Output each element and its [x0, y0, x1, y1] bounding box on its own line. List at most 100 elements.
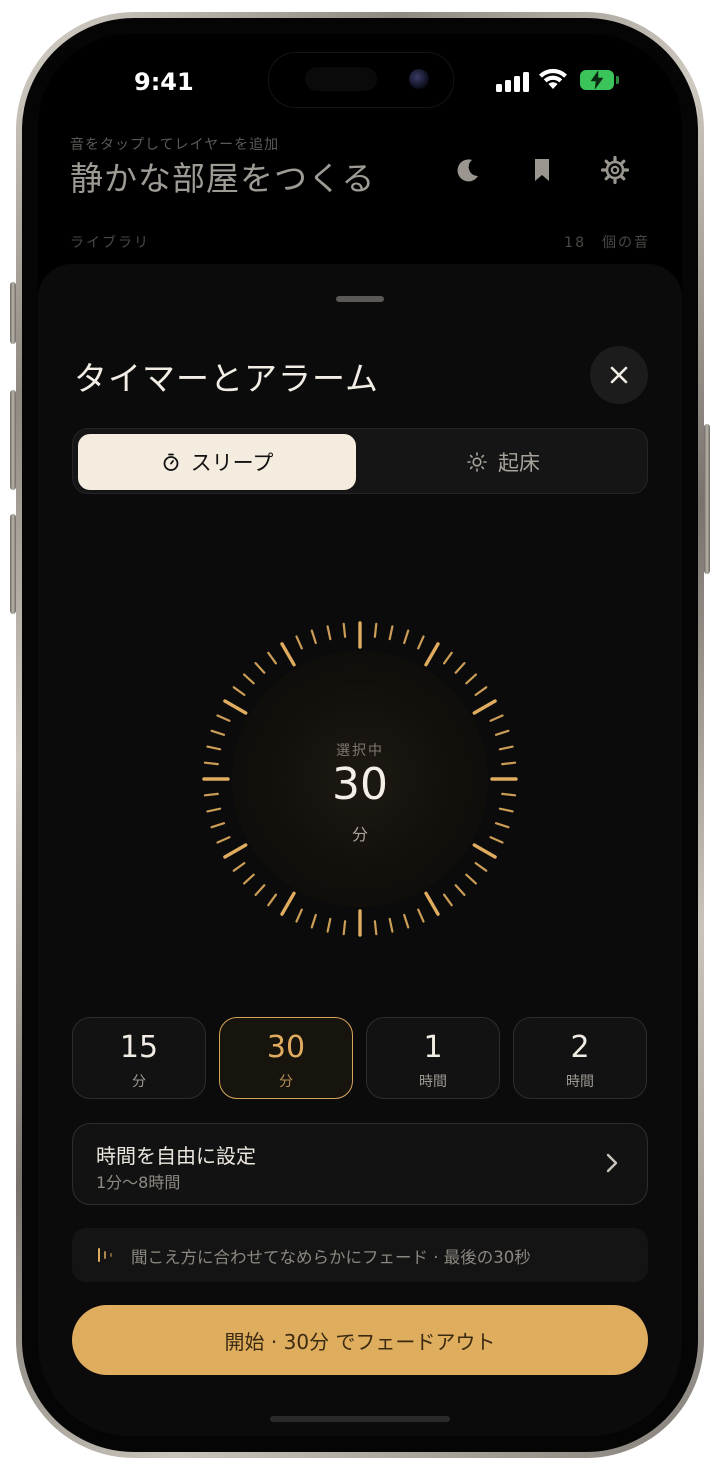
home-indicator	[270, 1416, 450, 1422]
dial-minor-tick	[474, 686, 488, 697]
preset-unit: 分	[132, 1074, 146, 1090]
dial-minor-tick	[342, 622, 347, 638]
tab-wake[interactable]: 起床	[364, 434, 642, 490]
dial-minor-tick	[267, 651, 278, 665]
dial-minor-tick	[489, 714, 504, 722]
library-label: ライブラリ	[70, 235, 150, 251]
timer-sheet: タイマーとアラーム スリープ 起床 選択中 30 分 15 分 30 分 1 時…	[38, 264, 682, 1436]
dial-minor-tick	[474, 862, 488, 872]
dial-minor-tick	[242, 873, 255, 885]
island-sensor	[305, 67, 377, 91]
preset-value: 1	[423, 1030, 443, 1065]
dial-major-tick	[424, 891, 440, 916]
dial-minor-tick	[443, 651, 453, 665]
dial-minor-tick	[443, 893, 453, 907]
dial-minor-tick	[373, 920, 378, 936]
dial-minor-tick	[454, 884, 466, 896]
tab-wake-label: 起床	[498, 451, 540, 475]
dynamic-island	[268, 52, 454, 108]
preset-2hour-button[interactable]: 2 時間	[513, 1017, 647, 1099]
wifi-icon	[538, 67, 568, 95]
dial-minor-tick	[454, 661, 466, 674]
dial-unit: 分	[351, 825, 368, 844]
dial-minor-tick	[310, 629, 317, 645]
fade-info: 聞こえ方に合わせてなめらかにフェード · 最後の30秒	[72, 1228, 648, 1282]
preset-15min-button[interactable]: 15 分	[72, 1017, 206, 1099]
preset-unit: 分	[279, 1074, 293, 1090]
dial-minor-tick	[326, 917, 332, 933]
dial-minor-tick	[210, 729, 226, 736]
dial-minor-tick	[326, 625, 332, 641]
stopwatch-icon	[163, 453, 179, 471]
dial-minor-tick	[342, 920, 347, 936]
dial-minor-tick	[465, 873, 477, 885]
dial-minor-tick	[494, 729, 510, 736]
sheet-title: タイマーとアラーム	[74, 359, 380, 398]
preset-1hour-button[interactable]: 1 時間	[366, 1017, 500, 1099]
front-camera	[409, 69, 429, 89]
cellular-signal-icon	[496, 70, 532, 92]
bookmark-icon[interactable]	[526, 154, 558, 186]
volume-up-button	[10, 390, 16, 490]
dial-major-tick	[280, 891, 296, 916]
dial-minor-tick	[403, 629, 410, 645]
moon-icon[interactable]	[452, 154, 484, 186]
tab-sleep-label: スリープ	[190, 451, 274, 475]
fade-info-text: 聞こえ方に合わせてなめらかにフェード · 最後の30秒	[131, 1248, 531, 1267]
dial-minor-tick	[373, 622, 378, 638]
status-time: 9:41	[134, 68, 194, 96]
dial-major-tick	[472, 699, 497, 715]
custom-duration-row[interactable]: 時間を自由に設定 1分〜8時間	[72, 1123, 648, 1205]
dial-minor-tick	[216, 714, 231, 722]
dial-minor-tick	[242, 673, 255, 685]
chevron-right-icon	[606, 1153, 618, 1173]
preset-unit: 時間	[566, 1074, 594, 1090]
dial-value: 30	[332, 759, 388, 810]
preset-value: 2	[570, 1030, 590, 1065]
gear-icon[interactable]	[599, 154, 631, 186]
preset-unit: 時間	[419, 1074, 447, 1090]
dial-major-tick	[223, 699, 248, 715]
preset-value: 15	[119, 1030, 159, 1065]
dial-minor-tick	[232, 686, 246, 697]
dial-minor-tick	[254, 884, 266, 896]
dial-minor-tick	[267, 893, 278, 907]
dial-minor-tick	[295, 908, 303, 923]
screen: 9:41 音をタップしてレイヤーを追加 静かな部屋をつくる ライブラリ 18 個…	[38, 34, 682, 1436]
custom-duration-range: 1分〜8時間	[96, 1173, 181, 1192]
sheet-grabber[interactable]	[336, 296, 384, 302]
dial-minor-tick	[388, 917, 394, 933]
dial-minor-tick	[465, 673, 477, 685]
battery-icon	[580, 70, 620, 90]
mode-segmented-control: スリープ 起床	[72, 428, 648, 494]
dial-major-tick	[280, 642, 296, 667]
dial-major-tick	[223, 843, 248, 859]
preset-value: 30	[266, 1030, 306, 1065]
close-button[interactable]	[590, 346, 648, 404]
sun-icon	[467, 452, 487, 472]
dial-minor-tick	[232, 862, 246, 872]
page-title: 静かな部屋をつくる	[70, 159, 376, 198]
timer-dial[interactable]: 選択中 30 分	[190, 609, 530, 949]
dial-minor-tick	[417, 908, 425, 923]
start-fadeout-button[interactable]: 開始 · 30分 でフェードアウト	[72, 1305, 648, 1375]
action-button	[10, 282, 16, 344]
tab-sleep[interactable]: スリープ	[78, 434, 356, 490]
dial-minor-tick	[417, 635, 425, 650]
dial-minor-tick	[295, 635, 303, 650]
dial-minor-tick	[310, 913, 317, 929]
power-button	[704, 424, 710, 574]
library-count: 18 個の音	[564, 235, 650, 251]
dial-minor-tick	[388, 625, 394, 641]
dial-minor-tick	[254, 661, 266, 674]
dial-minor-tick	[403, 913, 410, 929]
fade-waveform-icon	[98, 1248, 112, 1262]
dial-caption: 選択中	[336, 743, 384, 759]
dial-major-tick	[472, 843, 497, 859]
custom-duration-title: 時間を自由に設定	[96, 1144, 256, 1168]
close-icon	[610, 366, 628, 384]
volume-down-button	[10, 514, 16, 614]
preset-30min-button[interactable]: 30 分	[219, 1017, 353, 1099]
dial-major-tick	[424, 642, 440, 667]
hint-text: 音をタップしてレイヤーを追加	[70, 137, 280, 153]
